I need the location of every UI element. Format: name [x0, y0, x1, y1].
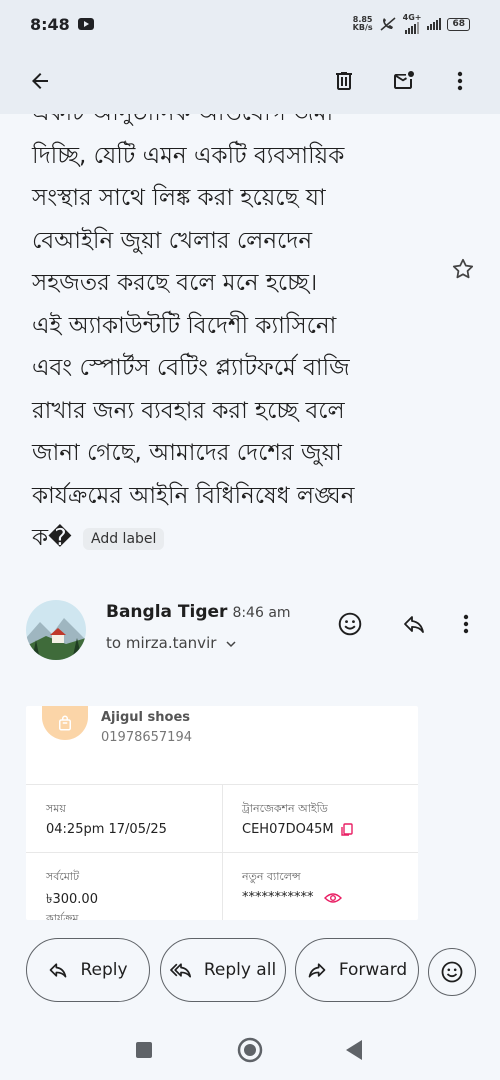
recipient-line: to mirza.tanvir	[106, 634, 217, 652]
circle-home-icon	[237, 1037, 263, 1063]
body-line: সহজতর করছে বলে মনে হচ্ছে।	[32, 270, 318, 296]
reply-arrow-icon	[404, 616, 424, 633]
total-value: ৳300.00	[46, 892, 98, 907]
signal-bars-2-icon	[427, 18, 442, 30]
star-outline-icon	[452, 258, 474, 279]
more-vert-icon	[457, 71, 463, 91]
body-line: কার্যক্রমের আইনি বিধিনিষেধ লঙ্ঘন	[32, 482, 355, 509]
forward-arrow-icon	[308, 963, 326, 978]
youtube-notification-icon	[77, 18, 94, 30]
mobile-signal-1: 4G+	[402, 13, 422, 34]
system-nav-bar	[0, 1020, 500, 1080]
receipt-image[interactable]: Ajigul shoes 01978657194 সময় 04:25pm 17…	[26, 706, 418, 920]
copy-icon	[341, 822, 353, 836]
home-button[interactable]	[230, 1030, 270, 1070]
back-nav-button[interactable]	[334, 1030, 374, 1070]
reply-button[interactable]: Reply	[26, 938, 150, 1002]
recents-button[interactable]	[124, 1030, 164, 1070]
divider	[26, 852, 418, 853]
battery-indicator: 68	[447, 17, 470, 31]
txn-label: ট্রানজেকশন আইডি	[242, 802, 328, 815]
react-emoji-button[interactable]	[330, 604, 370, 644]
eye-icon	[323, 892, 342, 903]
reply-label: Reply	[80, 960, 128, 980]
sender-row[interactable]: Bangla Tiger 8:46 am to mirza.tanvir	[24, 598, 484, 668]
landscape-avatar-icon	[26, 600, 86, 660]
shop-phone: 01978657194	[101, 730, 192, 745]
chevron-down-icon	[226, 640, 236, 647]
add-label-button[interactable]: Add label	[83, 527, 165, 550]
reply-icon-button[interactable]	[394, 604, 434, 644]
forward-button[interactable]: Forward	[295, 938, 419, 1002]
forward-label: Forward	[338, 960, 408, 980]
more-options-button[interactable]	[440, 61, 480, 101]
reply-arrow-icon	[50, 963, 67, 978]
trash-icon	[336, 72, 352, 90]
shop-badge	[42, 706, 88, 740]
triangle-back-icon	[346, 1040, 362, 1060]
body-line: এবং স্পোর্টস বেটিং প্ল্যাটফর্মে বাজি	[32, 355, 350, 381]
signal-bars-icon	[405, 22, 420, 34]
time-label: সময়	[46, 802, 66, 815]
reply-all-label: Reply all	[203, 960, 277, 980]
emoji-react-button[interactable]	[428, 948, 476, 996]
square-recents-icon	[136, 1042, 152, 1058]
sender-time: 8:46 am	[232, 605, 291, 621]
email-body: একটি আনুষ্ঠানিক অভিযোগ জমা দিচ্ছি, যেটি …	[32, 114, 432, 560]
status-time: 8:48	[30, 14, 70, 34]
body-line: দিচ্ছি, যেটি এমন একটি ব্যবসায়িক	[32, 142, 345, 169]
body-line-truncated: ক�	[32, 525, 72, 551]
status-bar: 8:48 8.85 KB/s 4G+ 68	[0, 0, 500, 48]
star-button[interactable]	[450, 256, 476, 286]
total-label: সর্বমোট	[46, 870, 80, 883]
body-line: একটি আনুষ্ঠানিক অভিযোগ জমা	[32, 114, 432, 135]
message-more-button[interactable]	[446, 604, 486, 644]
mark-unread-button[interactable]	[384, 61, 424, 101]
email-content: একটি আনুষ্ঠানিক অভিযোগ জমা দিচ্ছি, যেটি …	[0, 114, 500, 920]
body-line: জানা গেছে, আমাদের দেশের জুয়া	[32, 440, 342, 466]
balance-label: নতুন ব্যালেন্স	[242, 870, 301, 883]
reply-all-button[interactable]: Reply all	[160, 938, 286, 1002]
body-line: সংস্থার সাথে লিঙ্ক করা হয়েছে যা	[32, 185, 326, 211]
shopping-bag-icon	[59, 715, 71, 731]
sender-name: Bangla Tiger	[106, 602, 228, 622]
speed-unit: KB/s	[352, 23, 373, 32]
sender-name-line: Bangla Tiger 8:46 am	[106, 602, 291, 622]
status-icons: 8.85 KB/s 4G+ 68	[353, 14, 470, 34]
cutoff-label: কার্যক্রম	[46, 912, 79, 920]
sender-avatar[interactable]	[26, 600, 86, 660]
arrow-left-icon	[32, 73, 48, 89]
body-line: এই অ্যাকাউন্টটি বিদেশী ক্যাসিনো	[32, 312, 337, 339]
shop-name: Ajigul shoes	[101, 710, 190, 725]
balance-line: ***********	[242, 890, 342, 905]
email-toolbar	[0, 48, 500, 114]
body-line: বেআইনি জুয়া খেলার লেনদেন	[32, 227, 313, 254]
txn-id-line: CEH07DO45M	[242, 822, 354, 837]
smiley-icon	[441, 961, 463, 983]
time-value: 04:25pm 17/05/25	[46, 822, 167, 837]
action-row: Reply Reply all Forward	[0, 938, 500, 1004]
more-vert-icon	[463, 614, 469, 634]
balance-value: ***********	[242, 890, 314, 905]
network-speed: 8.85 KB/s	[353, 16, 373, 32]
body-line: রাখার জন্য ব্যবহার করা হচ্ছে বলে	[32, 397, 345, 424]
back-button[interactable]	[20, 61, 60, 101]
recipient-details[interactable]: to mirza.tanvir	[106, 634, 238, 652]
delete-button[interactable]	[324, 61, 364, 101]
network-type: 4G+	[402, 13, 422, 22]
txn-value: CEH07DO45M	[242, 822, 334, 837]
reply-all-icon	[169, 963, 191, 978]
smiley-icon	[338, 612, 362, 636]
mark-unread-icon	[394, 71, 414, 89]
body-line-last: ক� Add label	[32, 517, 432, 560]
no-call-icon	[380, 17, 396, 31]
